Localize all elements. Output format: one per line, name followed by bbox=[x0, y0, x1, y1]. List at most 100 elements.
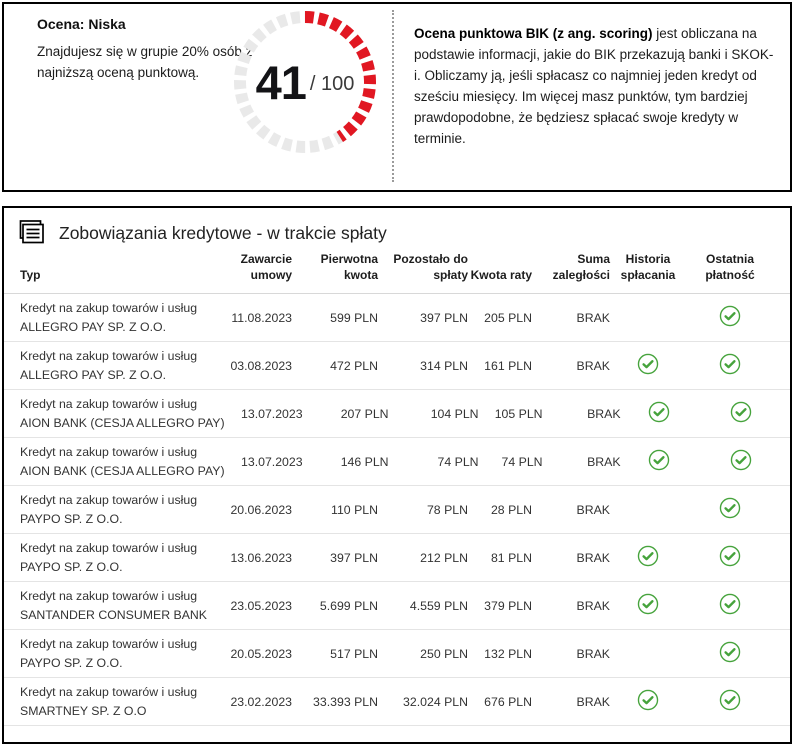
row-remaining-amount: 314 PLN bbox=[378, 359, 468, 373]
table-body: Kredyt na zakup towarów i usług ALLEGRO … bbox=[4, 294, 790, 726]
row-credit-type: Kredyt na zakup towarów i usług bbox=[20, 683, 214, 701]
row-remaining-amount: 104 PLN bbox=[389, 407, 479, 421]
row-signed-date: 23.02.2023 bbox=[214, 695, 292, 709]
history-ok-icon bbox=[637, 689, 659, 711]
row-arrears: BRAK bbox=[532, 503, 610, 517]
row-arrears: BRAK bbox=[532, 311, 610, 325]
row-installment-amount: 161 PLN bbox=[468, 359, 532, 373]
row-original-amount: 110 PLN bbox=[292, 503, 378, 517]
score-info-text: jest obliczana na podstawie informacji, … bbox=[414, 26, 773, 146]
history-ok-icon bbox=[648, 449, 670, 471]
last-payment-ok-icon bbox=[719, 689, 741, 711]
col-header-zawarcie-umowy: Zawarcie umowy bbox=[214, 251, 292, 283]
score-summary: Ocena: Niska Znajdujesz się w grupie 20%… bbox=[4, 4, 392, 190]
col-header-pierwotna-kwota: Pierwotna kwota bbox=[292, 251, 378, 283]
row-signed-date: 13.07.2023 bbox=[225, 455, 303, 469]
row-original-amount: 517 PLN bbox=[292, 647, 378, 661]
row-lender: PAYPO SP. Z O.O. bbox=[20, 510, 214, 528]
row-installment-amount: 132 PLN bbox=[468, 647, 532, 661]
row-arrears: BRAK bbox=[532, 695, 610, 709]
row-credit-type: Kredyt na zakup towarów i usług bbox=[20, 347, 214, 365]
row-remaining-amount: 250 PLN bbox=[378, 647, 468, 661]
dotted-divider bbox=[392, 10, 394, 182]
table-row: Kredyt na zakup towarów i usług AION BAN… bbox=[4, 390, 790, 438]
row-credit-type: Kredyt na zakup towarów i usług bbox=[20, 491, 214, 509]
section-title: Zobowiązania kredytowe - w trakcie spłat… bbox=[59, 223, 387, 244]
row-lender: ALLEGRO PAY SP. Z O.O. bbox=[20, 318, 214, 336]
row-arrears: BRAK bbox=[532, 359, 610, 373]
row-remaining-amount: 4.559 PLN bbox=[378, 599, 468, 613]
col-header-historia-splacania: Historia spłacania bbox=[610, 251, 686, 283]
row-original-amount: 397 PLN bbox=[292, 551, 378, 565]
row-arrears: BRAK bbox=[543, 407, 621, 421]
row-original-amount: 33.393 PLN bbox=[292, 695, 378, 709]
row-signed-date: 23.05.2023 bbox=[214, 599, 292, 613]
col-header-kwota-raty: Kwota raty bbox=[468, 267, 532, 283]
row-lender: PAYPO SP. Z O.O. bbox=[20, 558, 214, 576]
row-installment-amount: 28 PLN bbox=[468, 503, 532, 517]
row-lender: AION BANK (CESJA ALLEGRO PAY) bbox=[20, 462, 225, 480]
row-installment-amount: 74 PLN bbox=[479, 455, 543, 469]
table-row: Kredyt na zakup towarów i usług PAYPO SP… bbox=[4, 630, 790, 678]
credit-obligations-panel: Zobowiązania kredytowe - w trakcie spłat… bbox=[2, 206, 792, 744]
table-row: Kredyt na zakup towarów i usług PAYPO SP… bbox=[4, 534, 790, 582]
row-arrears: BRAK bbox=[532, 551, 610, 565]
row-original-amount: 207 PLN bbox=[303, 407, 389, 421]
row-installment-amount: 81 PLN bbox=[468, 551, 532, 565]
last-payment-ok-icon bbox=[719, 593, 741, 615]
row-credit-type: Kredyt na zakup towarów i usług bbox=[20, 539, 214, 557]
score-panel: Ocena: Niska Znajdujesz się w grupie 20%… bbox=[2, 2, 792, 192]
last-payment-ok-icon bbox=[719, 497, 741, 519]
score-value: 41 bbox=[256, 59, 306, 106]
row-remaining-amount: 78 PLN bbox=[378, 503, 468, 517]
table-row: Kredyt na zakup towarów i usług PAYPO SP… bbox=[4, 486, 790, 534]
row-installment-amount: 205 PLN bbox=[468, 311, 532, 325]
row-lender: PAYPO SP. Z O.O. bbox=[20, 654, 214, 672]
row-original-amount: 146 PLN bbox=[303, 455, 389, 469]
row-lender: SMARTNEY SP. Z O.O bbox=[20, 702, 214, 720]
history-ok-icon bbox=[637, 353, 659, 375]
table-row: Kredyt na zakup towarów i usług AION BAN… bbox=[4, 438, 790, 486]
table-row: Kredyt na zakup towarów i usług ALLEGRO … bbox=[4, 294, 790, 342]
row-signed-date: 13.07.2023 bbox=[225, 407, 303, 421]
row-installment-amount: 105 PLN bbox=[479, 407, 543, 421]
last-payment-ok-icon bbox=[719, 641, 741, 663]
row-remaining-amount: 32.024 PLN bbox=[378, 695, 468, 709]
row-signed-date: 13.06.2023 bbox=[214, 551, 292, 565]
row-credit-type: Kredyt na zakup towarów i usług bbox=[20, 635, 214, 653]
row-signed-date: 11.08.2023 bbox=[214, 311, 292, 325]
score-gauge: 41 / 100 bbox=[230, 7, 380, 157]
row-arrears: BRAK bbox=[532, 599, 610, 613]
row-original-amount: 5.699 PLN bbox=[292, 599, 378, 613]
row-credit-type: Kredyt na zakup towarów i usług bbox=[20, 395, 225, 413]
row-original-amount: 472 PLN bbox=[292, 359, 378, 373]
row-credit-type: Kredyt na zakup towarów i usług bbox=[20, 587, 214, 605]
row-installment-amount: 676 PLN bbox=[468, 695, 532, 709]
last-payment-ok-icon bbox=[719, 353, 741, 375]
table-row: Kredyt na zakup towarów i usług ALLEGRO … bbox=[4, 342, 790, 390]
row-remaining-amount: 74 PLN bbox=[389, 455, 479, 469]
row-installment-amount: 379 PLN bbox=[468, 599, 532, 613]
col-header-suma-zaleglosci: Suma zaległości bbox=[532, 251, 610, 283]
col-header-ostatnia-platnosc: Ostatnia płatność bbox=[686, 251, 774, 283]
row-lender: SANTANDER CONSUMER BANK bbox=[20, 606, 214, 624]
score-max: / 100 bbox=[310, 73, 354, 96]
row-signed-date: 20.05.2023 bbox=[214, 647, 292, 661]
row-remaining-amount: 212 PLN bbox=[378, 551, 468, 565]
table-row: Kredyt na zakup towarów i usług SMARTNEY… bbox=[4, 678, 790, 726]
row-lender: AION BANK (CESJA ALLEGRO PAY) bbox=[20, 414, 225, 432]
col-header-typ: Typ bbox=[20, 267, 214, 283]
last-payment-ok-icon bbox=[730, 401, 752, 423]
last-payment-ok-icon bbox=[719, 545, 741, 567]
row-credit-type: Kredyt na zakup towarów i usług bbox=[20, 299, 214, 317]
history-ok-icon bbox=[637, 593, 659, 615]
row-original-amount: 599 PLN bbox=[292, 311, 378, 325]
rating-label: Ocena: Niska bbox=[37, 16, 126, 32]
document-list-icon bbox=[17, 219, 46, 247]
table-header-row: Typ Zawarcie umowy Pierwotna kwota Pozos… bbox=[4, 249, 790, 294]
row-credit-type: Kredyt na zakup towarów i usług bbox=[20, 443, 225, 461]
row-arrears: BRAK bbox=[543, 455, 621, 469]
last-payment-ok-icon bbox=[730, 449, 752, 471]
row-remaining-amount: 397 PLN bbox=[378, 311, 468, 325]
last-payment-ok-icon bbox=[719, 305, 741, 327]
